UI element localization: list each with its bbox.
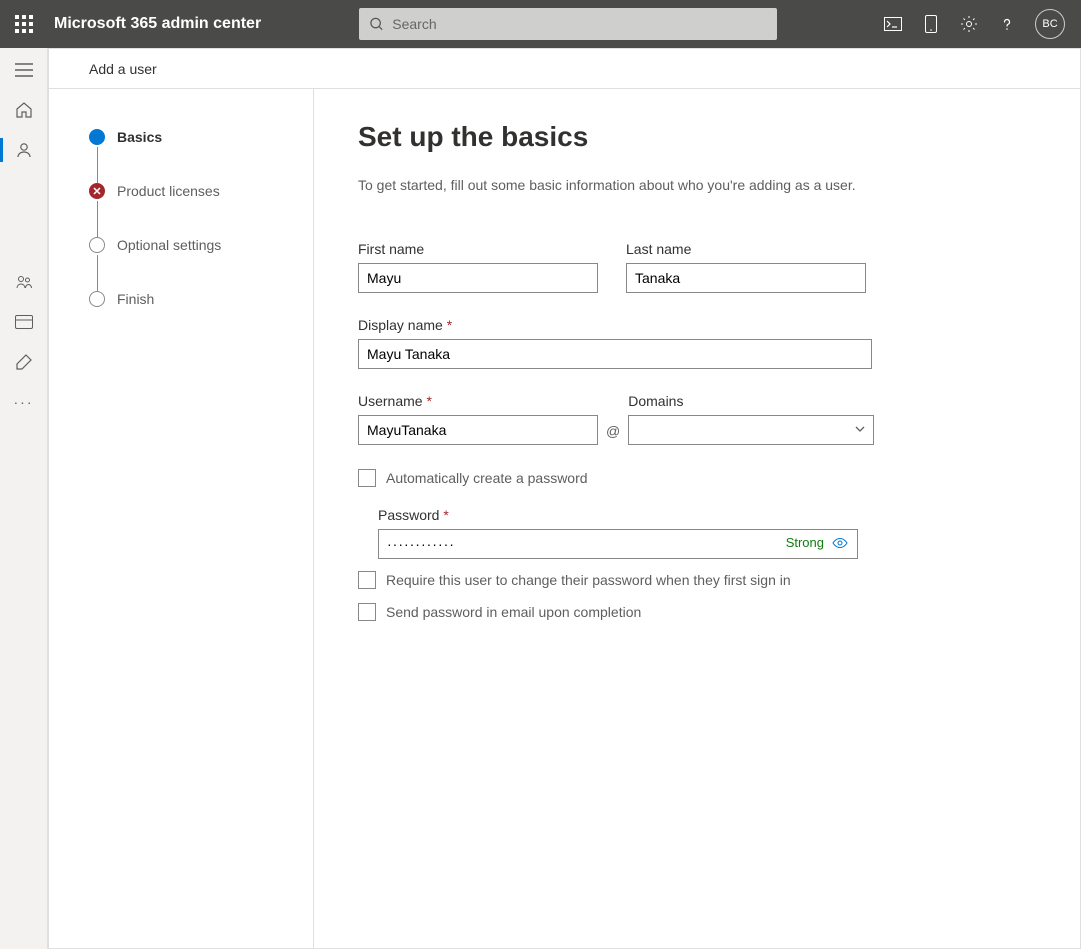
home-icon[interactable] — [14, 100, 34, 120]
display-name-input[interactable] — [358, 339, 872, 369]
wizard-step-finish[interactable]: Finish — [89, 291, 313, 307]
wizard-steps: Basics ✕ Product licenses Optional setti… — [49, 89, 314, 948]
avatar[interactable]: BC — [1035, 9, 1065, 39]
form-subtitle: To get started, fill out some basic info… — [358, 177, 1036, 193]
step-dot-active-icon — [89, 129, 105, 145]
form-title: Set up the basics — [358, 121, 1036, 153]
wizard-step-optional[interactable]: Optional settings — [89, 237, 313, 253]
send-email-label: Send password in email upon completion — [386, 604, 641, 620]
billing-icon[interactable] — [14, 312, 34, 332]
last-name-label: Last name — [626, 241, 866, 257]
step-label: Basics — [117, 129, 162, 145]
help-icon[interactable] — [997, 14, 1017, 34]
step-dot-icon — [89, 291, 105, 307]
left-nav-rail: ··· — [0, 48, 48, 949]
app-title: Microsoft 365 admin center — [54, 15, 261, 33]
send-email-checkbox[interactable] — [358, 603, 376, 621]
search-input[interactable] — [392, 16, 767, 32]
username-input[interactable] — [358, 415, 598, 445]
first-name-label: First name — [358, 241, 598, 257]
users-icon[interactable] — [14, 140, 34, 160]
domains-input[interactable] — [628, 415, 874, 445]
wizard-step-licenses[interactable]: ✕ Product licenses — [89, 183, 313, 199]
domains-select[interactable] — [628, 415, 874, 445]
step-label: Optional settings — [117, 237, 221, 253]
display-name-label: Display name * — [358, 317, 1036, 333]
top-icons: BC — [883, 9, 1065, 39]
eye-icon[interactable] — [832, 535, 848, 551]
app-launcher-icon[interactable] — [12, 12, 36, 36]
auto-password-label: Automatically create a password — [386, 470, 588, 486]
gear-icon[interactable] — [959, 14, 979, 34]
step-dot-error-icon: ✕ — [89, 183, 105, 199]
wizard-step-basics[interactable]: Basics — [89, 129, 313, 145]
at-symbol: @ — [606, 423, 620, 445]
mobile-icon[interactable] — [921, 14, 941, 34]
require-change-checkbox[interactable] — [358, 571, 376, 589]
step-label: Product licenses — [117, 183, 220, 199]
username-label: Username * — [358, 393, 598, 409]
step-label: Finish — [117, 291, 154, 307]
main-panel: Add a user Basics ✕ Product licenses Opt… — [48, 48, 1081, 949]
auto-password-checkbox[interactable] — [358, 469, 376, 487]
password-label: Password * — [378, 507, 1036, 523]
search-icon — [369, 16, 384, 32]
more-icon[interactable]: ··· — [14, 392, 34, 412]
first-name-input[interactable] — [358, 263, 598, 293]
top-header: Microsoft 365 admin center BC — [0, 0, 1081, 48]
setup-icon[interactable] — [14, 352, 34, 372]
panel-title: Add a user — [49, 49, 1080, 89]
last-name-input[interactable] — [626, 263, 866, 293]
teams-icon[interactable] — [14, 272, 34, 292]
shell-icon[interactable] — [883, 14, 903, 34]
domains-label: Domains — [628, 393, 874, 409]
search-box[interactable] — [359, 8, 777, 40]
hamburger-icon[interactable] — [14, 60, 34, 80]
step-dot-icon — [89, 237, 105, 253]
password-strength: Strong — [786, 535, 824, 550]
form-area: Set up the basics To get started, fill o… — [314, 89, 1080, 948]
require-change-label: Require this user to change their passwo… — [386, 572, 791, 588]
